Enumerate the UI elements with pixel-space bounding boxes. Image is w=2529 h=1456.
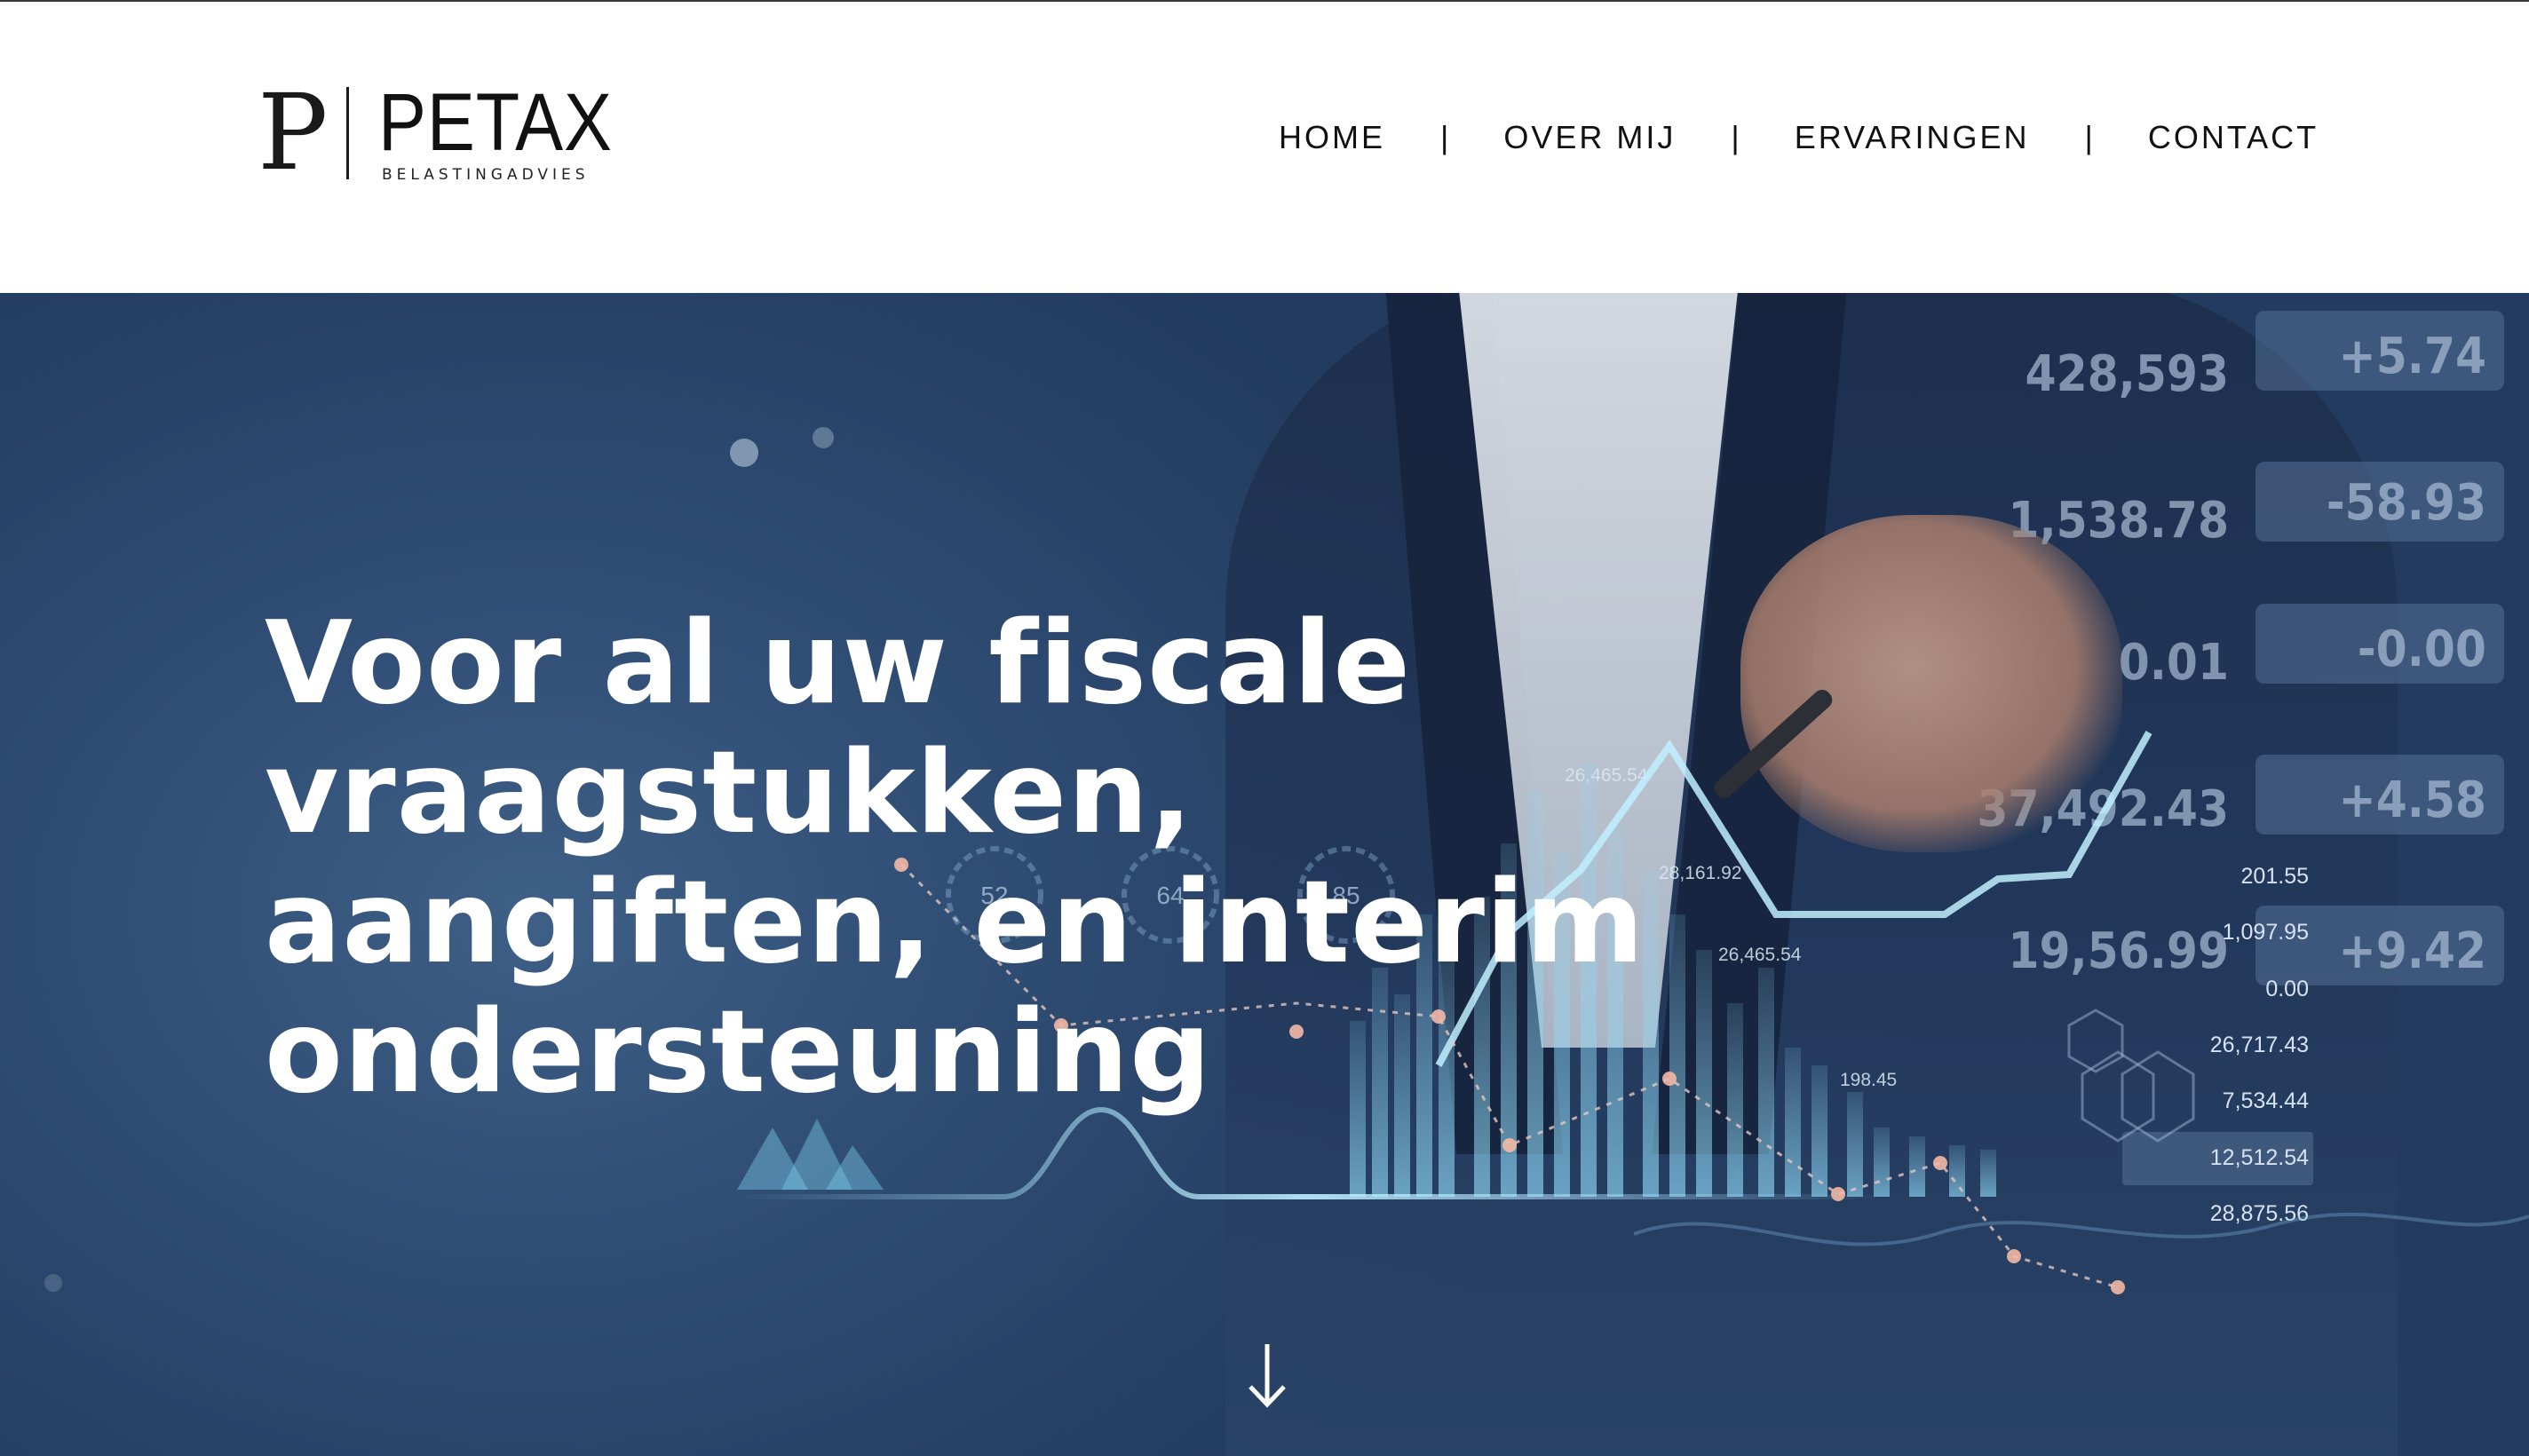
panel-number: +5.74: [2338, 328, 2486, 385]
background-bar: [1874, 1128, 1890, 1197]
background-bar: [1758, 968, 1774, 1197]
list-number: 7,534.44: [2223, 1088, 2309, 1113]
panel-number: +4.58: [2338, 772, 2486, 829]
panel-number: 0.01: [2119, 634, 2229, 692]
background-bar: [1949, 1145, 1965, 1197]
hero-title: Voor al uw fiscale vraagstukken, aangift…: [265, 597, 1645, 1119]
panel-number: -58.93: [2327, 474, 2486, 532]
background-bar: [1785, 1048, 1801, 1197]
nav-over-mij[interactable]: OVER MIJ: [1503, 119, 1676, 156]
nav-separator: |: [1731, 119, 1740, 155]
logo-divider: [346, 87, 349, 179]
list-number: 201.55: [2241, 864, 2309, 889]
panel-number: 428,593: [2026, 345, 2229, 403]
nav-home[interactable]: HOME: [1279, 119, 1385, 156]
background-bar: [1847, 1092, 1863, 1197]
site-logo[interactable]: P PETAX BELASTINGADVIES: [258, 80, 630, 186]
hero-background-hand: [1740, 515, 2122, 852]
logo-tagline: BELASTINGADVIES: [382, 166, 590, 184]
site-header: P PETAX BELASTINGADVIES HOME | OVER MIJ …: [0, 2, 2529, 293]
background-bar: [1812, 1065, 1827, 1197]
panel-number: 19,56.99: [2008, 922, 2229, 980]
list-number: 0.00: [2265, 977, 2309, 1001]
list-number: 12,512.54: [2210, 1145, 2309, 1170]
bar-label: 26,465.54: [1718, 945, 1802, 965]
panel-number: -0.00: [2358, 621, 2486, 678]
nav-separator: |: [2084, 119, 2093, 155]
background-bar: [1727, 1003, 1743, 1197]
list-number: 26,717.43: [2210, 1033, 2309, 1057]
nav-contact[interactable]: CONTACT: [2148, 119, 2319, 156]
background-bar: [1909, 1136, 1925, 1197]
background-bar: [1980, 1150, 1996, 1197]
arrow-down-icon[interactable]: [1243, 1341, 1291, 1412]
list-number: 1,097.95: [2223, 920, 2309, 945]
logo-initial: P: [258, 71, 329, 194]
nav-separator: |: [1440, 119, 1449, 155]
panel-number: +9.42: [2338, 922, 2486, 980]
nav-ervaringen[interactable]: ERVARINGEN: [1795, 119, 2030, 156]
hero-section: 428,593 +5.74 1,538.78 -58.93 0.01 -0.00 37,49…: [0, 293, 2529, 1456]
background-bar: [1696, 950, 1712, 1197]
right-panel-boxes: [2122, 311, 2504, 1185]
bar-label: 198.45: [1840, 1070, 1897, 1090]
logo-name: PETAX: [378, 77, 613, 168]
list-number: 28,875.56: [2210, 1201, 2309, 1226]
main-navigation: HOME | OVER MIJ | ERVARINGEN | CONTACT: [1279, 115, 2319, 160]
